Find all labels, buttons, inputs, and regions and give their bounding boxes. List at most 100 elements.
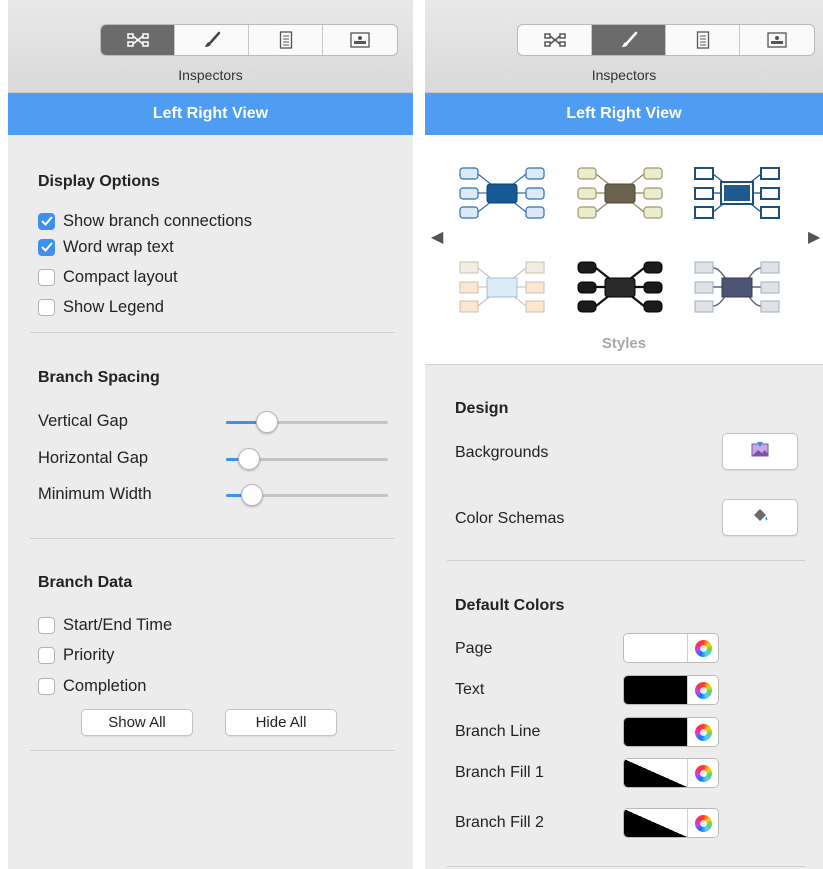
slider-knob[interactable] [241, 484, 263, 506]
color-wheel-icon [694, 764, 712, 782]
section-divider [30, 332, 395, 333]
minimum-width-slider-row: Minimum Width [38, 481, 388, 509]
image-icon [350, 32, 370, 48]
minimum-width-slider[interactable] [226, 484, 388, 506]
checkbox-unchecked[interactable] [38, 616, 55, 634]
checkbox-label: Priority [63, 645, 115, 664]
checkbox-label: Completion [63, 676, 147, 695]
design-title: Design [455, 400, 509, 417]
horizontal-gap-slider[interactable] [226, 448, 388, 470]
tab-image[interactable] [740, 25, 814, 55]
layout-icon [126, 32, 149, 48]
style-thumbnail-pastel[interactable] [452, 247, 552, 325]
branch-line-color-well[interactable] [623, 717, 719, 747]
page-color-well[interactable] [623, 633, 719, 663]
branch-line-color-label: Branch Line [455, 723, 541, 740]
previous-arrow-icon[interactable]: ◀ [431, 227, 443, 247]
inspectors-label: Inspectors [591, 67, 657, 83]
style-thumbnail-navy[interactable] [687, 153, 787, 231]
next-arrow-icon[interactable]: ▶ [808, 227, 820, 247]
section-divider [447, 560, 805, 561]
text-color-label: Text [455, 681, 485, 698]
hide-all-button[interactable]: Hide All [225, 709, 337, 736]
style-thumbnail-black[interactable] [570, 247, 670, 325]
layout-inspector-panel: Inspectors Left Right View Display Optio… [8, 0, 413, 869]
inspector-tabs [100, 24, 398, 56]
inspector-toolbar: Inspectors [8, 0, 413, 93]
checkbox-unchecked[interactable] [38, 268, 55, 286]
style-inspector-panel: Inspectors Left Right View ◀ ▶ Styles De… [425, 0, 823, 869]
show-branch-connections-checkbox[interactable]: Show branch connections [38, 210, 252, 232]
slider-knob[interactable] [238, 448, 260, 470]
document-icon [279, 31, 293, 49]
checkbox-label: Show branch connections [63, 211, 252, 230]
color-swatch [624, 676, 687, 704]
tab-image[interactable] [323, 25, 397, 55]
style-thumbnail-blue[interactable] [452, 153, 552, 231]
start-end-time-checkbox[interactable]: Start/End Time [38, 614, 172, 636]
branch-spacing-title: Branch Spacing [38, 369, 160, 386]
tab-style[interactable] [592, 25, 666, 55]
checkbox-label: Start/End Time [63, 615, 173, 634]
inspector-toolbar: Inspectors [425, 0, 823, 93]
color-wheel-icon [694, 723, 712, 741]
style-thumbnail-slate[interactable] [687, 247, 787, 325]
color-swatch [624, 718, 687, 746]
slider-label: Vertical Gap [38, 412, 128, 430]
tab-style[interactable] [175, 25, 249, 55]
document-icon [696, 31, 710, 49]
color-picker-button[interactable] [687, 634, 718, 662]
view-title-bar: Left Right View [8, 93, 413, 135]
color-picker-button[interactable] [687, 676, 718, 704]
branch-fill-1-color-well[interactable] [623, 758, 719, 788]
checkbox-checked[interactable] [38, 212, 55, 230]
background-image-icon [750, 441, 770, 462]
branch-fill-2-color-well[interactable] [623, 808, 719, 838]
display-options-title: Display Options [38, 173, 160, 190]
show-all-button[interactable]: Show All [81, 709, 193, 736]
inspectors-label: Inspectors [178, 67, 243, 83]
tab-layout[interactable] [518, 25, 592, 55]
styles-label: Styles [601, 335, 647, 352]
vertical-gap-slider[interactable] [226, 411, 388, 433]
checkbox-unchecked[interactable] [38, 298, 55, 316]
vertical-gap-slider-row: Vertical Gap [38, 408, 388, 436]
checkbox-unchecked[interactable] [38, 677, 55, 695]
text-color-well[interactable] [623, 675, 719, 705]
inspector-tabs [517, 24, 815, 56]
backgrounds-label: Backgrounds [455, 444, 549, 461]
paint-bucket-icon [750, 507, 770, 528]
show-legend-checkbox[interactable]: Show Legend [38, 296, 164, 318]
branch-fill-2-label: Branch Fill 2 [455, 814, 544, 831]
section-divider [30, 750, 395, 751]
word-wrap-text-checkbox[interactable]: Word wrap text [38, 236, 174, 258]
color-schemas-button[interactable] [722, 499, 798, 536]
page-color-label: Page [455, 640, 493, 657]
styles-gallery: ◀ ▶ Styles [425, 135, 823, 365]
priority-checkbox[interactable]: Priority [38, 644, 114, 666]
color-wheel-icon [694, 681, 712, 699]
branch-data-title: Branch Data [38, 574, 133, 591]
completion-checkbox[interactable]: Completion [38, 675, 146, 697]
checkbox-unchecked[interactable] [38, 646, 55, 664]
slider-label: Horizontal Gap [38, 449, 149, 467]
compact-layout-checkbox[interactable]: Compact layout [38, 266, 178, 288]
color-picker-button[interactable] [687, 759, 718, 787]
checkbox-label: Show Legend [63, 297, 164, 316]
backgrounds-button[interactable] [722, 433, 798, 470]
checkbox-checked[interactable] [38, 238, 55, 256]
layout-icon [543, 32, 566, 48]
slider-knob[interactable] [256, 411, 278, 433]
view-title-bar: Left Right View [425, 93, 823, 135]
horizontal-gap-slider-row: Horizontal Gap [38, 445, 388, 473]
checkbox-label: Compact layout [63, 267, 178, 286]
color-swatch [624, 809, 687, 837]
style-thumbnail-olive[interactable] [570, 153, 670, 231]
tab-document[interactable] [249, 25, 323, 55]
color-picker-button[interactable] [687, 809, 718, 837]
color-swatch [624, 759, 687, 787]
color-picker-button[interactable] [687, 718, 718, 746]
tab-layout[interactable] [101, 25, 175, 55]
slider-label: Minimum Width [38, 485, 152, 503]
tab-document[interactable] [666, 25, 740, 55]
